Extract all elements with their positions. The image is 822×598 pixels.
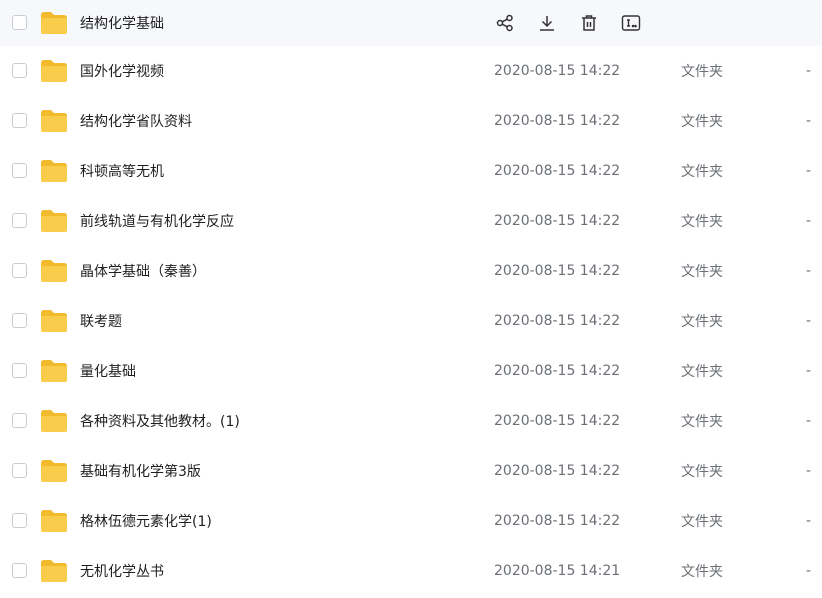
file-size: - — [806, 213, 812, 229]
folder-icon — [41, 410, 67, 432]
modified-date: 2020-08-15 14:22 — [494, 513, 621, 529]
file-type: 文件夹 — [681, 64, 723, 80]
file-name[interactable]: 科顿高等无机 — [80, 161, 164, 181]
folder-icon — [41, 510, 67, 532]
file-type: 文件夹 — [681, 564, 723, 580]
file-type: 文件夹 — [681, 314, 723, 330]
folder-icon — [41, 110, 67, 132]
modified-date: 2020-08-15 14:22 — [494, 63, 621, 79]
modified-date: 2020-08-15 14:22 — [494, 463, 621, 479]
modified-date: 2020-08-15 14:22 — [494, 163, 621, 179]
file-row[interactable]: 晶体学基础（秦善） 2020-08-15 14:22 文件夹 - — [0, 246, 822, 296]
download-icon[interactable] — [536, 12, 558, 34]
file-row[interactable]: 国外化学视频 2020-08-15 14:22 文件夹 - — [0, 46, 822, 96]
file-size: - — [806, 63, 812, 79]
file-size: - — [806, 513, 812, 529]
row-checkbox[interactable] — [12, 513, 27, 528]
row-checkbox[interactable] — [12, 413, 27, 428]
file-size: - — [806, 363, 812, 379]
folder-icon — [41, 12, 67, 34]
modified-date: 2020-08-15 14:21 — [494, 563, 621, 579]
file-size: - — [806, 563, 812, 579]
file-row[interactable]: 格林伍德元素化学(1) 2020-08-15 14:22 文件夹 - — [0, 496, 822, 546]
modified-date: 2020-08-15 14:22 — [494, 413, 621, 429]
file-row[interactable]: 联考题 2020-08-15 14:22 文件夹 - — [0, 296, 822, 346]
more-icon[interactable] — [620, 12, 642, 34]
file-size: - — [806, 113, 812, 129]
file-row[interactable]: 各种资料及其他教材。(1) 2020-08-15 14:22 文件夹 - — [0, 396, 822, 446]
folder-icon — [41, 560, 67, 582]
folder-icon — [41, 60, 67, 82]
file-name[interactable]: 量化基础 — [80, 361, 136, 381]
row-checkbox[interactable] — [12, 113, 27, 128]
file-size: - — [806, 313, 812, 329]
file-size: - — [806, 463, 812, 479]
file-type: 文件夹 — [681, 264, 723, 280]
folder-icon — [41, 360, 67, 382]
file-row[interactable]: 科顿高等无机 2020-08-15 14:22 文件夹 - — [0, 146, 822, 196]
row-checkbox[interactable] — [12, 363, 27, 378]
file-name[interactable]: 格林伍德元素化学(1) — [80, 511, 212, 531]
file-size: - — [806, 163, 812, 179]
file-name[interactable]: 联考题 — [80, 311, 122, 331]
folder-icon — [41, 210, 67, 232]
file-name[interactable]: 国外化学视频 — [80, 61, 164, 81]
file-type: 文件夹 — [681, 514, 723, 530]
row-checkbox[interactable] — [12, 15, 27, 30]
file-type: 文件夹 — [681, 214, 723, 230]
file-name[interactable]: 结构化学基础 — [80, 13, 164, 33]
modified-date: 2020-08-15 14:22 — [494, 263, 621, 279]
file-type: 文件夹 — [681, 414, 723, 430]
file-type: 文件夹 — [681, 464, 723, 480]
row-checkbox[interactable] — [12, 313, 27, 328]
file-size: - — [806, 413, 812, 429]
row-checkbox[interactable] — [12, 563, 27, 578]
folder-icon — [41, 260, 67, 282]
file-list: 结构化学基础 国外化学视频 2020-08-15 14:22 文件夹 - 结构化… — [0, 0, 822, 596]
file-name[interactable]: 结构化学省队资料 — [80, 111, 192, 131]
file-row[interactable]: 前线轨道与有机化学反应 2020-08-15 14:22 文件夹 - — [0, 196, 822, 246]
file-row[interactable]: 基础有机化学第3版 2020-08-15 14:22 文件夹 - — [0, 446, 822, 496]
folder-icon — [41, 160, 67, 182]
file-name[interactable]: 基础有机化学第3版 — [80, 461, 201, 481]
folder-icon — [41, 310, 67, 332]
modified-date: 2020-08-15 14:22 — [494, 213, 621, 229]
file-name[interactable]: 无机化学丛书 — [80, 561, 164, 581]
file-size: - — [806, 263, 812, 279]
delete-icon[interactable] — [578, 12, 600, 34]
file-name[interactable]: 前线轨道与有机化学反应 — [80, 211, 234, 231]
folder-icon — [41, 460, 67, 482]
file-row[interactable]: 结构化学省队资料 2020-08-15 14:22 文件夹 - — [0, 96, 822, 146]
file-type: 文件夹 — [681, 114, 723, 130]
row-checkbox[interactable] — [12, 213, 27, 228]
row-checkbox[interactable] — [12, 263, 27, 278]
row-actions — [494, 12, 662, 34]
file-row[interactable]: 无机化学丛书 2020-08-15 14:21 文件夹 - — [0, 546, 822, 596]
file-type: 文件夹 — [681, 164, 723, 180]
file-name[interactable]: 各种资料及其他教材。(1) — [80, 411, 240, 431]
file-name[interactable]: 晶体学基础（秦善） — [80, 261, 206, 281]
modified-date: 2020-08-15 14:22 — [494, 363, 621, 379]
modified-date: 2020-08-15 14:22 — [494, 313, 621, 329]
file-row[interactable]: 量化基础 2020-08-15 14:22 文件夹 - — [0, 346, 822, 396]
row-checkbox[interactable] — [12, 463, 27, 478]
modified-date: 2020-08-15 14:22 — [494, 113, 621, 129]
row-checkbox[interactable] — [12, 163, 27, 178]
file-type: 文件夹 — [681, 364, 723, 380]
file-row-hovered[interactable]: 结构化学基础 — [0, 0, 822, 46]
row-checkbox[interactable] — [12, 63, 27, 78]
share-icon[interactable] — [494, 12, 516, 34]
